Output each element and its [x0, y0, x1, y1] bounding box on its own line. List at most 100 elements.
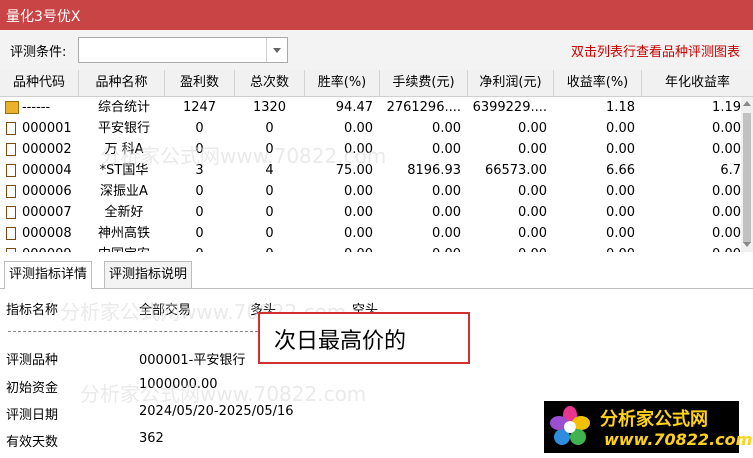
cell-net: 0.00 [468, 244, 547, 252]
cell-name: 平安银行 [97, 121, 150, 136]
document-icon [6, 206, 16, 219]
cell-winrate: 0.00 [344, 184, 373, 199]
cell-code: 000002 [22, 142, 72, 157]
table-row[interactable]: 000001 平安银行 0 0 0.00 0.00 0.00 0.00 0.00 [0, 118, 741, 139]
tab-indicator-details[interactable]: 评测指标详情 [4, 261, 93, 289]
table-body: ------ 综合统计 1247 1320 94.47 2761296.... 639922… [0, 97, 741, 252]
table-row[interactable]: 000004 *ST国华 3 4 75.00 8196.93 66573.00 6.66 6.7 [0, 160, 741, 181]
document-icon [6, 227, 16, 240]
cell-winrate: 75.00 [335, 163, 373, 178]
document-icon [6, 185, 16, 198]
condition-label: 评测条件: [10, 45, 67, 60]
cell-winrate: 0.00 [344, 226, 373, 241]
cell-ret: 6.66 [606, 163, 635, 178]
vertical-scrollbar[interactable] [741, 97, 753, 252]
detail-tabs: 评测指标详情 评测指标说明 [0, 258, 753, 289]
cell-code: 000004 [22, 163, 72, 178]
title-bar: 量化3号优X [0, 0, 753, 30]
cell-net: 0.00 [518, 226, 547, 241]
cell-fee: 8196.93 [407, 163, 461, 178]
cell-annual: 0.00 [712, 121, 741, 136]
cell-fee: 0.00 [432, 184, 461, 199]
cell-name: 万 科A [104, 142, 144, 157]
cell-annual: 0.00 [712, 226, 741, 241]
cell-winrate: 0.00 [344, 121, 373, 136]
annotation-text: 次日最高价的 [274, 329, 407, 354]
scroll-thumb[interactable] [743, 113, 751, 243]
table-hint: 双击列表行查看品种评测图表 [571, 45, 741, 60]
cell-profit: 0 [165, 244, 234, 252]
cell-total: 0 [265, 226, 274, 241]
cell-total: 0 [235, 244, 304, 252]
detail-header-name: 指标名称 [6, 303, 59, 318]
cell-fee: 0.00 [432, 226, 461, 241]
cell-net: 0.00 [518, 142, 547, 157]
table-row[interactable]: 000008 神州高铁 0 0 0.00 0.00 0.00 0.00 0.00 [0, 223, 741, 244]
cell-ret: 0.00 [606, 226, 635, 241]
cell-net: 6399229.... [472, 100, 547, 115]
table-row[interactable]: 000009中国宝安000.000.000.000.000.00 [0, 244, 741, 252]
column-header-name[interactable]: 品种名称 [79, 70, 165, 96]
column-header-total[interactable]: 总次数 [235, 70, 305, 96]
column-header-fee[interactable]: 手续费(元) [380, 70, 468, 96]
cell-annual: 0.00 [642, 244, 741, 252]
cell-code: ------ [22, 100, 51, 115]
column-header-net[interactable]: 净利润(元) [468, 70, 554, 96]
column-header-code[interactable]: 品种代码 [0, 70, 79, 96]
detail-separator [8, 331, 258, 332]
cell-net: 0.00 [518, 184, 547, 199]
cell-ret: 1.18 [606, 100, 635, 115]
cell-profit: 3 [195, 163, 204, 178]
cell-total: 0 [265, 205, 274, 220]
detail-value: 2024/05/20-2025/05/16 [139, 404, 294, 419]
cell-profit: 0 [195, 142, 204, 157]
cell-name: 神州高铁 [97, 226, 150, 241]
cell-fee: 0.00 [380, 244, 461, 252]
table-row[interactable]: ------ 综合统计 1247 1320 94.47 2761296.... 639922… [0, 97, 741, 118]
cell-code: 000009 [22, 244, 78, 252]
cell-fee: 0.00 [432, 205, 461, 220]
cell-name: 全新好 [104, 205, 144, 220]
detail-value: 1000000.00 [139, 377, 218, 392]
cell-ret: 0.00 [606, 184, 635, 199]
flower-logo-icon [550, 406, 590, 445]
cell-name: 深振业A [100, 184, 148, 199]
detail-label: 评测品种 [6, 353, 59, 368]
tab-indicator-explanation[interactable]: 评测指标说明 [104, 261, 193, 288]
cell-annual: 0.00 [712, 142, 741, 157]
cell-annual: 1.19 [712, 100, 741, 115]
cell-fee: 0.00 [432, 142, 461, 157]
chevron-down-icon[interactable] [266, 38, 287, 62]
cell-total: 0 [265, 142, 274, 157]
cell-code: 000008 [22, 226, 72, 241]
column-header-return[interactable]: 收益率(%) [554, 70, 642, 96]
column-header-winrate[interactable]: 胜率(%) [305, 70, 380, 96]
table-row[interactable]: 000006 深振业A 0 0 0.00 0.00 0.00 0.00 0.00 [0, 181, 741, 202]
table-row[interactable]: 000002 万 科A 0 0 0.00 0.00 0.00 0.00 0.00 [0, 139, 741, 160]
table-row[interactable]: 000007 全新好 0 0 0.00 0.00 0.00 0.00 0.00 [0, 202, 741, 223]
column-header-profit[interactable]: 盈利数 [165, 70, 235, 96]
cell-net: 0.00 [518, 205, 547, 220]
cell-net: 66573.00 [484, 163, 547, 178]
cell-fee: 0.00 [432, 121, 461, 136]
column-header-annual[interactable]: 年化收益率 [642, 70, 753, 96]
cell-name: 综合统计 [97, 100, 150, 115]
cell-ret: 0.00 [606, 205, 635, 220]
condition-select[interactable] [78, 37, 288, 63]
window-title: 量化3号优X [6, 9, 81, 25]
cell-ret: 0.00 [606, 121, 635, 136]
cell-winrate: 0.00 [344, 205, 373, 220]
cell-profit: 0 [195, 226, 204, 241]
document-icon [6, 164, 16, 177]
cell-name: 中国宝安 [84, 244, 164, 252]
cell-profit: 0 [195, 184, 204, 199]
detail-header-all: 全部交易 [139, 303, 192, 318]
cell-winrate: 94.47 [335, 100, 373, 115]
detail-label: 评测日期 [6, 408, 59, 423]
results-table: 品种代码 品种名称 盈利数 总次数 胜率(%) 手续费(元) 净利润(元) 收益… [0, 70, 753, 252]
cell-fee: 2761296.... [386, 100, 461, 115]
cell-code: 000007 [22, 205, 72, 220]
folder-icon [5, 101, 19, 114]
cell-winrate: 0.00 [344, 142, 373, 157]
logo-line-1: 分析家公式网 [600, 409, 708, 430]
